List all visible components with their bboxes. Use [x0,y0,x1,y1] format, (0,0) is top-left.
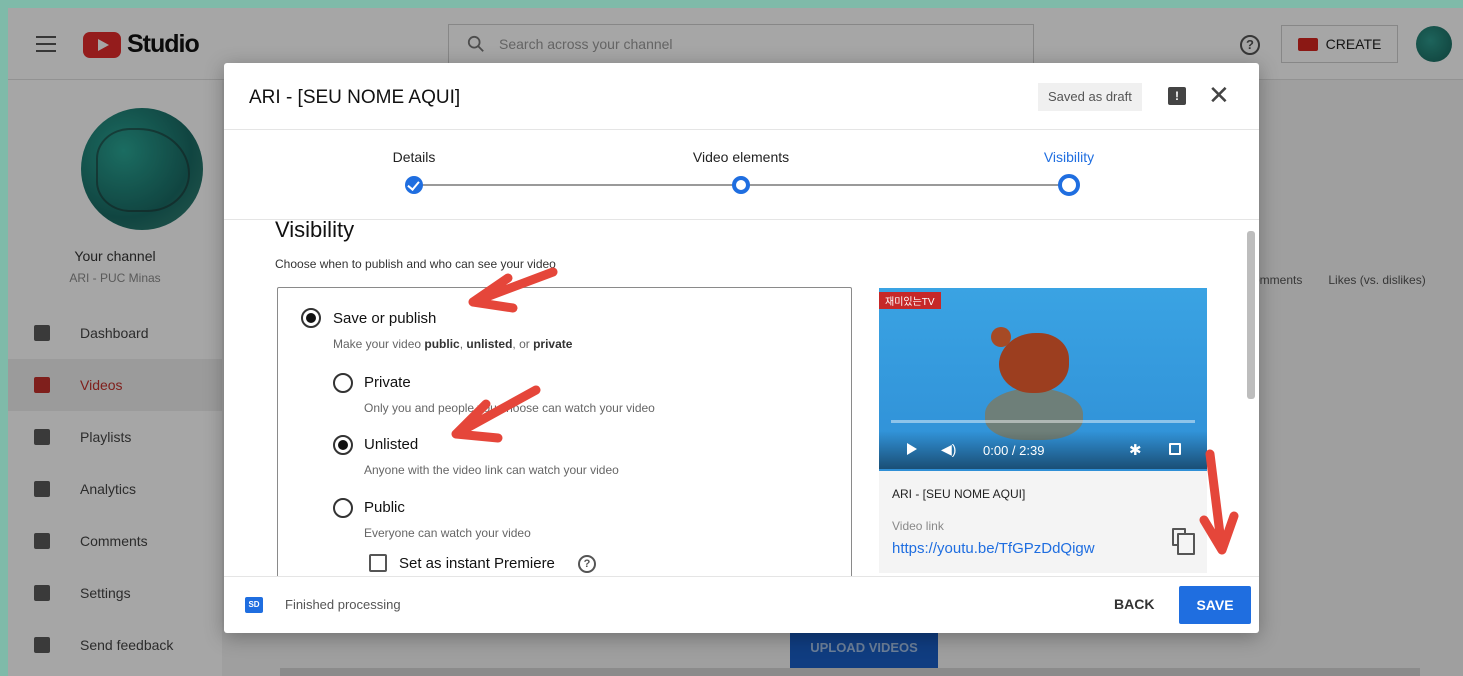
volume-icon[interactable]: ◀) [941,441,956,458]
save-button[interactable]: SAVE [1179,586,1251,624]
video-controls: ◀) 0:00 / 2:39 ✱ [879,431,1207,469]
step-current-dot-icon[interactable] [1058,174,1080,196]
dialog-header: ARI - [SEU NOME AQUI] Saved as draft ! ✕ [224,63,1259,130]
unlisted-label[interactable]: Unlisted [364,436,418,453]
dialog-footer: SD Finished processing BACK SAVE [224,576,1259,633]
video-link-label: Video link [892,519,944,533]
dialog-scrollbar[interactable] [1247,231,1255,399]
draft-status-badge: Saved as draft [1038,83,1142,111]
studio-app: Studio Search across your channel ? CREA… [8,8,1463,676]
visibility-options-box: Save or publish Make your video public, … [277,287,852,576]
private-radio[interactable] [333,373,353,393]
gear-icon[interactable]: ✱ [1129,441,1142,459]
sd-quality-icon: SD [245,597,263,613]
private-label[interactable]: Private [364,374,411,391]
step-pending-dot-icon[interactable] [732,176,750,194]
instant-premiere-label[interactable]: Set as instant Premiere [399,555,555,572]
premiere-help-icon[interactable]: ? [578,555,596,573]
step-video-elements[interactable]: Video elements [693,149,789,165]
video-progress-bar[interactable] [891,420,1195,423]
public-label[interactable]: Public [364,499,405,516]
video-preview-card: 재미있는TV ◀) 0:00 / 2:39 ✱ ARI - [SEU NOME … [879,288,1207,573]
unlisted-description: Anyone with the video link can watch you… [364,463,619,477]
copy-icon[interactable] [1172,528,1195,555]
video-player[interactable]: 재미있는TV ◀) 0:00 / 2:39 ✱ [879,288,1207,471]
processing-status: Finished processing [285,597,401,612]
unlisted-radio[interactable] [333,435,353,455]
save-or-publish-description: Make your video public, unlisted, or pri… [333,337,573,351]
video-time: 0:00 / 2:39 [983,443,1045,458]
upload-dialog: ARI - [SEU NOME AQUI] Saved as draft ! ✕… [224,63,1259,633]
instant-premiere-checkbox[interactable] [369,554,387,572]
private-description: Only you and people you choose can watch… [364,401,655,415]
play-icon[interactable] [907,443,917,455]
fullscreen-icon[interactable] [1169,443,1181,455]
public-description: Everyone can watch your video [364,526,531,540]
dialog-body: Visibility Choose when to publish and wh… [224,221,1246,576]
step-visibility[interactable]: Visibility [1044,149,1094,165]
channel-watermark-badge: 재미있는TV [879,292,941,309]
preview-video-title: ARI - [SEU NOME AQUI] [892,487,1026,501]
visibility-description: Choose when to publish and who can see y… [275,257,556,271]
upload-stepper: Details Video elements Visibility [224,130,1259,220]
back-button[interactable]: BACK [1114,596,1154,612]
video-link[interactable]: https://youtu.be/TfGPzDdQigw [892,540,1095,557]
visibility-heading: Visibility [275,221,355,242]
step-details[interactable]: Details [393,149,436,165]
save-or-publish-radio[interactable] [301,308,321,328]
feedback-icon[interactable]: ! [1168,87,1186,105]
step-done-check-icon[interactable] [405,176,423,194]
public-radio[interactable] [333,498,353,518]
save-or-publish-label[interactable]: Save or publish [333,310,436,327]
video-frame-chicken [991,327,1069,393]
dialog-title: ARI - [SEU NOME AQUI] [249,87,461,108]
close-icon[interactable]: ✕ [1208,81,1230,109]
